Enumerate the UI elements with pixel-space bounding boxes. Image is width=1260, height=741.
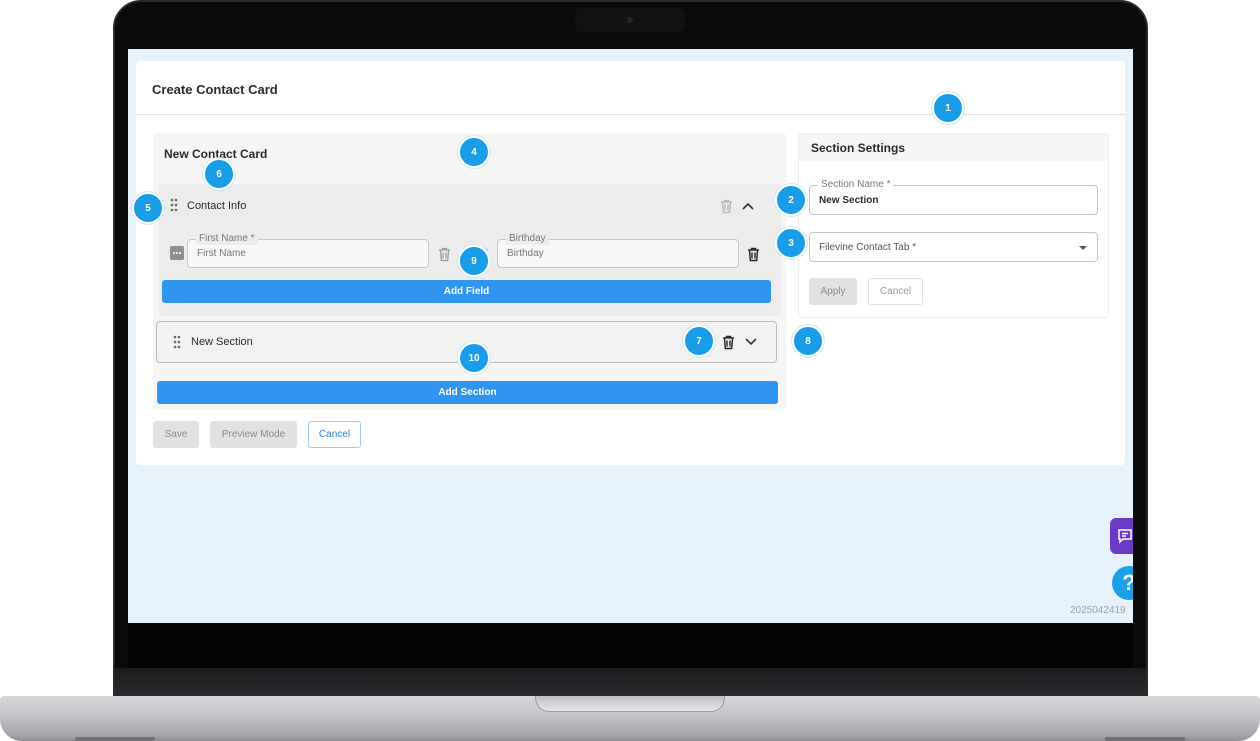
- section-name-value[interactable]: New Section: [819, 195, 878, 206]
- build-id: 2025042419: [1070, 605, 1126, 616]
- cancel-button[interactable]: Cancel: [308, 421, 361, 448]
- screen-bezel: [128, 623, 1133, 668]
- more-icon[interactable]: [170, 246, 184, 260]
- filevine-contact-tab-select[interactable]: Filevine Contact Tab *: [809, 232, 1098, 262]
- divider: [136, 114, 1125, 115]
- callout-marker-8: 8: [792, 325, 824, 357]
- callout-marker-1: 1: [932, 92, 964, 124]
- create-contact-card-panel: Create Contact Card New Contact Card Con…: [136, 61, 1125, 465]
- callout-marker-6: 6: [203, 158, 235, 190]
- birthday-input[interactable]: [507, 248, 707, 259]
- field-legend: Section Name *: [818, 178, 894, 191]
- apply-button[interactable]: Apply: [809, 278, 857, 305]
- caret-down-icon: [1079, 246, 1087, 250]
- trash-icon[interactable]: [719, 333, 737, 351]
- settings-title: Section Settings: [811, 141, 906, 155]
- trash-icon[interactable]: [435, 245, 453, 263]
- section-settings-panel: Section Settings Section Name * New Sect…: [798, 133, 1109, 318]
- trash-icon[interactable]: [717, 197, 735, 215]
- section-name-field[interactable]: Section Name * New Section: [809, 178, 1098, 215]
- first-name-field[interactable]: First Name *: [187, 232, 429, 268]
- callout-marker-2: 2: [775, 184, 807, 216]
- preview-mode-button[interactable]: Preview Mode: [210, 421, 297, 448]
- settings-cancel-button[interactable]: Cancel: [868, 278, 923, 305]
- screen: Create Contact Card New Contact Card Con…: [128, 49, 1133, 623]
- laptop-hinge: [115, 668, 1146, 698]
- first-name-input[interactable]: [197, 248, 397, 259]
- birthday-field[interactable]: Birthday: [497, 232, 739, 268]
- field-legend: First Name *: [196, 232, 258, 245]
- select-label: Filevine Contact Tab *: [819, 242, 917, 253]
- chat-icon[interactable]: [1110, 518, 1133, 554]
- callout-marker-3: 3: [775, 227, 807, 259]
- trash-icon[interactable]: [744, 245, 762, 263]
- help-icon[interactable]: ?: [1112, 566, 1133, 600]
- chevron-down-icon[interactable]: [742, 333, 760, 351]
- add-section-button[interactable]: Add Section: [157, 381, 778, 404]
- laptop-foot: [1105, 737, 1185, 741]
- drag-handle-icon[interactable]: [173, 335, 183, 351]
- section-label: Contact Info: [187, 200, 247, 212]
- callout-marker-7: 7: [683, 325, 715, 357]
- save-button[interactable]: Save: [153, 421, 199, 448]
- callout-marker-5: 5: [132, 192, 164, 224]
- camera-icon: [627, 17, 633, 23]
- page-title: Create Contact Card: [152, 82, 278, 97]
- add-field-button[interactable]: Add Field: [162, 280, 771, 303]
- callout-marker-10: 10: [458, 342, 490, 374]
- callout-marker-9: 9: [458, 245, 490, 277]
- laptop-foot: [75, 737, 155, 741]
- field-legend: Birthday: [506, 232, 549, 245]
- callout-marker-4: 4: [458, 136, 490, 168]
- chevron-up-icon[interactable]: [739, 197, 757, 215]
- laptop-base-notch: [535, 696, 725, 712]
- settings-header: Section Settings: [799, 134, 1108, 161]
- drag-handle-icon[interactable]: [170, 198, 180, 214]
- section-label: New Section: [191, 336, 253, 348]
